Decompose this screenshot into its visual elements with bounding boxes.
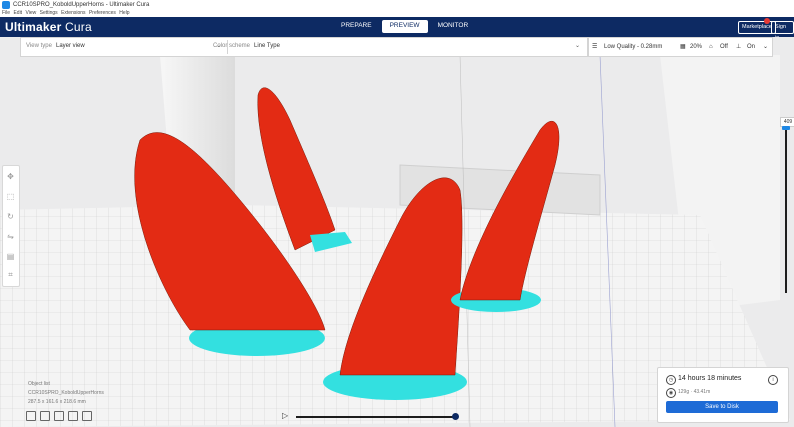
print-time: 14 hours 18 minutes: [678, 375, 742, 382]
support-icon: ⌂: [709, 44, 713, 50]
infill-icon: ▦: [680, 44, 686, 50]
layer-slider-handle[interactable]: [782, 126, 790, 130]
camera-view-buttons: [26, 411, 92, 421]
quality-profile[interactable]: Low Quality - 0.28mm: [604, 42, 662, 52]
path-slider-track[interactable]: [296, 416, 456, 418]
menu-settings[interactable]: Settings: [40, 10, 58, 16]
print-estimate-panel: ◷ 14 hours 18 minutes i ◉ 129g · 43.41m …: [657, 367, 789, 423]
support-value[interactable]: Off: [720, 42, 728, 52]
front-view-icon[interactable]: [40, 411, 50, 421]
adhesion-icon: ⊥: [736, 44, 742, 50]
support-blocker-icon[interactable]: ⌗: [6, 270, 15, 279]
view-toolbar: View type Layer view ⌄ Color scheme Line…: [20, 37, 588, 57]
color-scheme-chevron-down-icon[interactable]: ⌄: [575, 42, 580, 49]
menu-preferences[interactable]: Preferences: [89, 10, 116, 16]
move-icon[interactable]: ✥: [6, 172, 15, 181]
stage-tabs: PREPARE PREVIEW MONITOR: [332, 20, 477, 33]
main-header: Ultimaker Cura PREPARE PREVIEW MONITOR M…: [0, 17, 794, 41]
brand-logo: Ultimaker Cura: [5, 20, 92, 34]
right-view-icon[interactable]: [82, 411, 92, 421]
print-settings-bar[interactable]: ☰ Low Quality - 0.28mm ▦ 20% ⌂ Off ⊥ On …: [588, 37, 773, 57]
menu-view[interactable]: View: [25, 10, 36, 16]
brand-bold: Ultimaker: [5, 20, 62, 34]
left-view-icon[interactable]: [68, 411, 78, 421]
window-titlebar: CCR10SPRO_KoboldUpperHorns - Ultimaker C…: [0, 0, 794, 10]
per-model-settings-icon[interactable]: ▤: [6, 252, 15, 261]
spool-icon: ◉: [666, 388, 676, 398]
layer-slider[interactable]: 409: [780, 117, 794, 298]
play-icon[interactable]: ▷: [282, 411, 288, 420]
object-list: Object list CCR10SPRO_KoboldUpperHorns 2…: [28, 380, 104, 407]
clock-icon: ◷: [666, 375, 676, 385]
info-icon[interactable]: i: [768, 375, 778, 385]
transform-toolbar: ✥ ⬚ ↻ ⇋ ▤ ⌗: [2, 165, 20, 287]
tab-preview[interactable]: PREVIEW: [381, 20, 428, 33]
notification-badge: [764, 18, 770, 24]
rotate-icon[interactable]: ↻: [6, 212, 15, 221]
cura-app-icon: [2, 1, 10, 9]
3d-view-icon[interactable]: [26, 411, 36, 421]
menu-edit[interactable]: Edit: [13, 10, 22, 16]
layer-slider-track[interactable]: [785, 128, 787, 293]
signin-button[interactable]: Sign in: [771, 21, 794, 41]
tab-monitor[interactable]: MONITOR: [430, 20, 477, 33]
sliders-icon: ☰: [592, 44, 598, 50]
menu-file[interactable]: File: [2, 10, 10, 16]
view-type-select[interactable]: Layer view: [56, 43, 85, 49]
infill-value[interactable]: 20%: [690, 42, 702, 52]
top-view-icon[interactable]: [54, 411, 64, 421]
path-slider-handle[interactable]: [452, 413, 459, 420]
tab-prepare[interactable]: PREPARE: [333, 20, 380, 33]
save-to-disk-button[interactable]: Save to Disk: [666, 401, 778, 413]
object-file-name[interactable]: CCR10SPRO_KoboldUpperHorns: [28, 389, 104, 398]
scale-icon[interactable]: ⬚: [6, 192, 15, 201]
object-dimensions: 287.5 x 161.6 x 218.6 mm: [28, 399, 86, 405]
mirror-icon[interactable]: ⇋: [6, 232, 15, 241]
menu-bar: File Edit View Settings Extensions Prefe…: [0, 10, 794, 17]
material-estimate: 129g · 43.41m: [678, 389, 711, 395]
brand-light: Cura: [65, 20, 92, 34]
adhesion-value[interactable]: On: [747, 42, 755, 52]
settings-chevron-down-icon[interactable]: ⌄: [763, 42, 768, 52]
color-scheme-select[interactable]: Line Type: [254, 43, 280, 49]
menu-help[interactable]: Help: [119, 10, 129, 16]
object-list-toggle[interactable]: Object list: [28, 380, 104, 389]
color-scheme-label: Color scheme: [213, 43, 251, 49]
view-type-label: View type: [26, 43, 52, 49]
layer-path-timeline: ▷: [282, 410, 462, 422]
window-title: CCR10SPRO_KoboldUpperHorns - Ultimaker C…: [13, 2, 150, 8]
menu-extensions[interactable]: Extensions: [61, 10, 85, 16]
